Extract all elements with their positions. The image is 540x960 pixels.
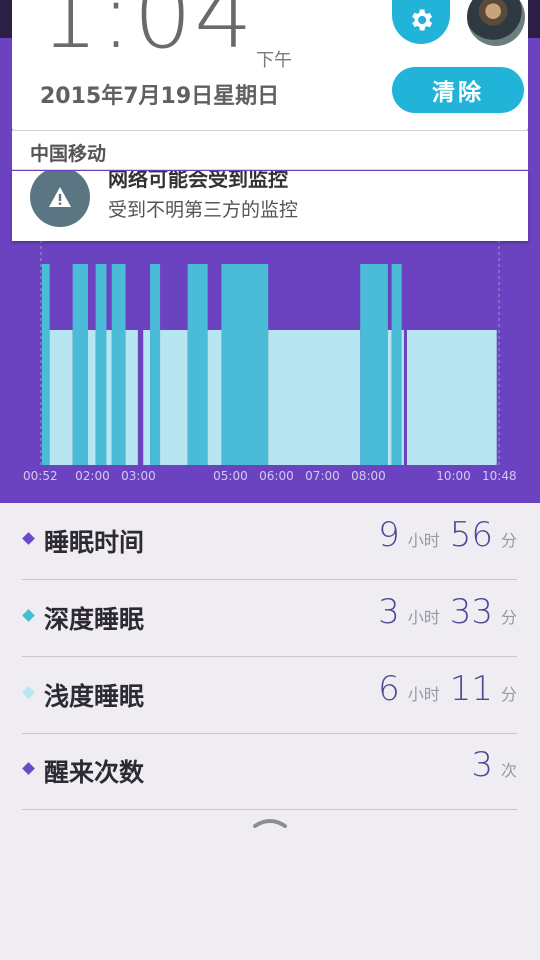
- carrier-bar: 中国移动: [12, 130, 528, 170]
- deep-sleep-segment: [391, 264, 402, 465]
- clock-date: 2015年7月19日星期日: [40, 84, 280, 109]
- stat-minutes-unit: 分: [500, 608, 517, 627]
- stat-value: 3 小时 33 分: [378, 592, 517, 632]
- stat-deep-sleep: 深度睡眠 3 小时 33 分: [22, 580, 517, 657]
- time-tick-label: 07:00: [305, 469, 340, 483]
- time-tick-label: 05:00: [213, 469, 248, 483]
- stat-bullet: [22, 532, 35, 545]
- deep-sleep-segment: [95, 264, 107, 465]
- stat-minutes-unit: 分: [500, 685, 517, 704]
- stat-total-sleep: 睡眠时间 9 小时 56 分: [22, 503, 517, 580]
- stat-label: 深度睡眠: [44, 605, 145, 634]
- deep-sleep-segment: [360, 264, 388, 465]
- stat-value: 3 次: [471, 745, 517, 785]
- gear-icon: [412, 9, 433, 31]
- light-sleep-segment: [406, 330, 497, 465]
- time-tick-label: 00:52: [23, 469, 58, 483]
- light-sleep-segment: [106, 330, 112, 465]
- stat-wake-count: 醒来次数 3 次: [22, 733, 517, 810]
- stat-minutes-unit: 分: [500, 531, 517, 550]
- stat-label: 睡眠时间: [44, 528, 145, 557]
- expand-handle-icon[interactable]: [253, 818, 287, 828]
- deep-sleep-segment: [42, 264, 50, 465]
- user-avatar[interactable]: [467, 0, 525, 46]
- warning-icon: [30, 171, 90, 227]
- time-tick-label: 02:00: [75, 469, 110, 483]
- settings-button[interactable]: [392, 0, 450, 44]
- light-sleep-segment: [88, 330, 96, 465]
- notification-header: 1:04 下午 2015年7月19日星期日 清除: [12, 0, 528, 130]
- network-warning-notification[interactable]: 网络可能会受到监控 受到不明第三方的监控: [12, 171, 528, 241]
- notification-title: 网络可能会受到监控: [108, 171, 288, 191]
- light-sleep-segment: [143, 330, 151, 465]
- light-sleep-segment: [401, 330, 404, 465]
- light-sleep-segment: [207, 330, 222, 465]
- stat-label: 醒来次数: [44, 758, 145, 787]
- stat-bullet: [22, 762, 35, 775]
- clock-ampm: 下午: [256, 50, 292, 71]
- stat-minutes: 56: [449, 515, 493, 555]
- stat-minutes: 11: [449, 669, 493, 709]
- deep-sleep-segment: [150, 264, 161, 465]
- deep-sleep-segment: [72, 264, 89, 465]
- carrier-label: 中国移动: [30, 143, 107, 165]
- stat-count: 3: [471, 745, 493, 785]
- stat-bullet: [22, 686, 35, 699]
- stat-hours-unit: 小时: [407, 531, 440, 550]
- time-tick-label: 03:00: [121, 469, 156, 483]
- stat-hours: 9: [378, 515, 400, 555]
- time-tick-label: 10:00: [436, 469, 471, 483]
- time-tick-label: 10:48: [482, 469, 517, 483]
- stat-label: 浅度睡眠: [44, 682, 145, 711]
- stat-hours-unit: 小时: [407, 608, 440, 627]
- time-tick-label: 06:00: [259, 469, 294, 483]
- light-sleep-segment: [125, 330, 138, 465]
- deep-sleep-segment: [187, 264, 208, 465]
- stat-value: 9 小时 56 分: [378, 515, 517, 555]
- light-sleep-segment: [160, 330, 188, 465]
- light-sleep-segment: [49, 330, 73, 465]
- stat-bullet: [22, 609, 35, 622]
- stat-hours: 6: [378, 669, 400, 709]
- clock-time: 1:04: [40, 0, 255, 69]
- stat-hours-unit: 小时: [407, 685, 440, 704]
- stat-minutes: 33: [449, 592, 493, 632]
- light-sleep-segment: [268, 330, 361, 465]
- stat-count-unit: 次: [500, 761, 517, 780]
- time-tick-label: 08:00: [351, 469, 386, 483]
- stat-hours: 3: [378, 592, 400, 632]
- notification-subtitle: 受到不明第三方的监控: [108, 199, 299, 221]
- clear-button[interactable]: 清除: [392, 67, 524, 113]
- stat-light-sleep: 浅度睡眠 6 小时 11 分: [22, 657, 517, 734]
- deep-sleep-segment: [221, 264, 269, 465]
- stat-value: 6 小时 11 分: [378, 669, 517, 709]
- light-sleep-segment: [387, 330, 392, 465]
- deep-sleep-segment: [111, 264, 126, 465]
